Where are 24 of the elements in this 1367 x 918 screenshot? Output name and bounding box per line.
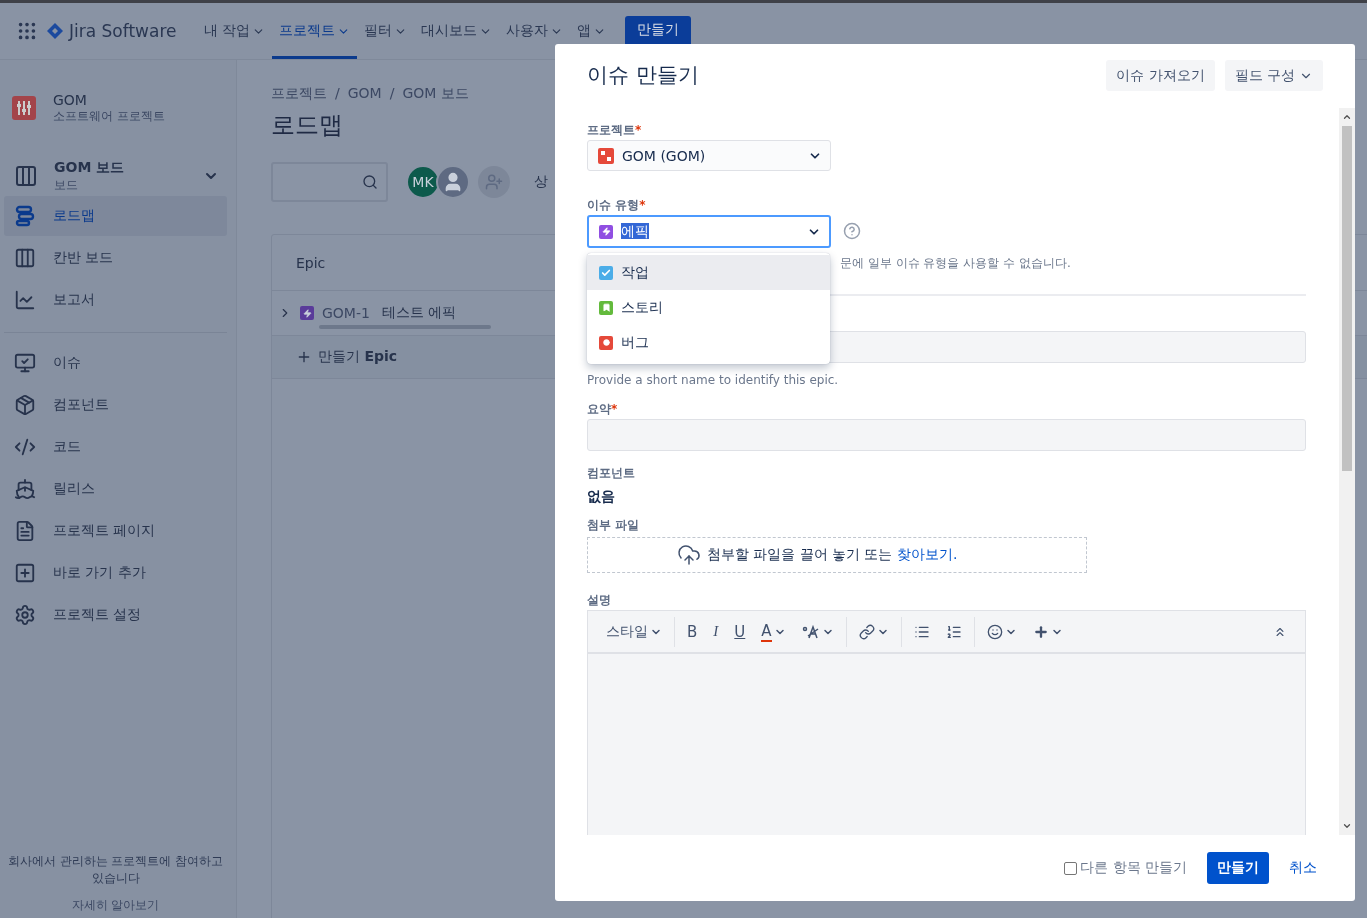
info-note: 회사에서 관리하는 프로젝트에 참여하고 있습니다 — [6, 853, 225, 887]
column-header: Epic — [296, 254, 326, 271]
field-label: 이슈 유형* — [587, 197, 646, 213]
field-label: 컴포넌트 — [587, 465, 635, 481]
project-type: 소프트웨어 프로젝트 — [53, 107, 165, 125]
components-value: 없음 — [587, 487, 615, 506]
issue-summary: 테스트 에픽 — [381, 304, 457, 322]
board-type: 보드 — [54, 176, 79, 194]
field-label: 설명 — [587, 592, 611, 608]
breadcrumb-separator: / — [335, 85, 340, 103]
field-label: 프로젝트* — [587, 122, 642, 138]
project-name: GOM — [53, 91, 88, 108]
toolbar-label: 상 — [534, 173, 548, 191]
issue-type-note: 문에 일부 이슈 유형을 사용할 수 없습니다. — [840, 255, 1072, 271]
field-hint: Provide a short name to identify this epic. — [587, 372, 840, 388]
page-title: 로드맵 — [271, 110, 343, 141]
issue-key: GOM-1 — [322, 305, 370, 321]
product-name: Jira Software — [69, 21, 177, 41]
dialog-title: 이슈 만들기 — [587, 62, 700, 89]
field-label: 첨부 파일 — [587, 517, 640, 533]
board-name: GOM 보드 — [54, 158, 126, 177]
dropzone-text: 첨부할 파일을 끌어 놓기 또는 찾아보기. — [706, 546, 958, 564]
breadcrumb-separator: / — [389, 85, 395, 103]
field-label: 요약* — [587, 401, 618, 417]
